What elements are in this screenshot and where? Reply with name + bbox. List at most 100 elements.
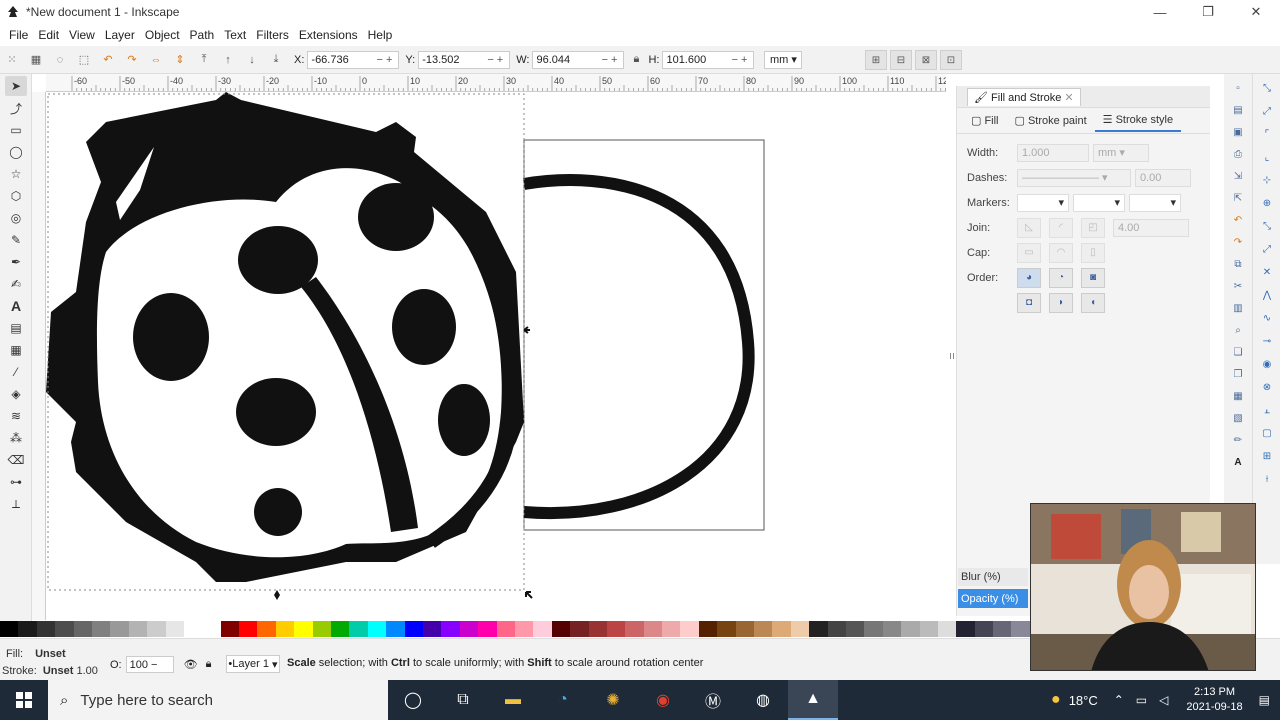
print-icon[interactable]: ⎙ (1230, 146, 1246, 162)
color-swatch[interactable] (845, 621, 865, 637)
color-swatch[interactable] (901, 621, 920, 637)
join-miter-icon[interactable]: ◰ (1081, 217, 1105, 238)
color-swatch[interactable] (312, 621, 332, 637)
save-icon[interactable]: ▣ (1230, 124, 1246, 140)
snap-bbox-edge-icon[interactable]: ⌜ (1258, 125, 1276, 143)
menu-object[interactable]: Object (140, 28, 185, 42)
pencil-tool-icon[interactable]: ✎ (5, 230, 27, 250)
mesh-tool-icon[interactable]: ▦ (5, 340, 27, 360)
duplicate-icon[interactable]: ❏ (1230, 344, 1246, 360)
zoom-selection-icon[interactable]: ⌕ (1230, 322, 1246, 338)
flip-horizontal-icon[interactable]: ⇔ (147, 51, 165, 69)
connector-tool-icon[interactable]: ⊶ (5, 472, 27, 492)
redo-icon[interactable]: ↷ (1230, 234, 1246, 250)
panel-splitter-handle[interactable] (950, 348, 954, 359)
snap-rotation-center-icon[interactable]: ⊗ (1258, 378, 1276, 396)
order-fill-markers-stroke-icon[interactable]: ◙ (1081, 267, 1105, 288)
transform-gradients-toggle[interactable]: ⊠ (915, 50, 937, 70)
color-swatch[interactable] (55, 621, 74, 637)
y-input[interactable]: -13.502 −+ (418, 50, 511, 69)
select-all-layers-icon[interactable]: ▦ (27, 51, 45, 69)
edge-browser-icon[interactable]: ◔ (538, 680, 588, 720)
3d-box-tool-icon[interactable]: ⬡ (5, 186, 27, 206)
color-swatch[interactable] (754, 621, 773, 637)
color-swatch[interactable] (239, 621, 258, 637)
measure-tool-icon[interactable]: ⟂ (5, 494, 27, 514)
menu-filters[interactable]: Filters (251, 28, 294, 42)
transform-patterns-toggle[interactable]: ⊡ (940, 50, 962, 70)
w-stepper-icon[interactable]: −+ (602, 54, 621, 66)
join-round-icon[interactable]: ◜ (1049, 217, 1073, 238)
raise-icon[interactable]: ↑ (219, 51, 237, 69)
blur-control[interactable]: Blur (%) (958, 568, 1028, 586)
color-swatch[interactable] (551, 621, 571, 637)
snap-bbox-icon[interactable]: ⤢ (1258, 102, 1276, 120)
join-bevel-icon[interactable]: ◺ (1017, 217, 1041, 238)
snap-object-center-icon[interactable]: ◉ (1258, 355, 1276, 373)
new-document-icon[interactable]: ▫ (1230, 80, 1246, 96)
cap-butt-icon[interactable]: ▭ (1017, 242, 1041, 263)
color-swatch[interactable] (827, 621, 846, 637)
opacity-status-input[interactable]: 100 − (125, 656, 174, 673)
color-swatch[interactable] (331, 621, 350, 637)
close-tab-icon[interactable]: ✕ (1064, 92, 1073, 104)
menu-extensions[interactable]: Extensions (294, 28, 363, 42)
end-marker-select[interactable]: ▾ (1129, 193, 1181, 212)
text-font-icon[interactable]: A (1230, 454, 1246, 470)
color-swatch[interactable] (1011, 621, 1030, 637)
color-swatch[interactable] (643, 621, 663, 637)
file-explorer-icon[interactable]: ▬ (488, 680, 538, 720)
color-swatch[interactable] (478, 621, 497, 637)
text-tool-icon[interactable]: A (5, 296, 27, 316)
snap-cusp-icon[interactable]: ⋀ (1258, 286, 1276, 304)
color-swatch[interactable] (698, 621, 718, 637)
snap-toggle-icon[interactable]: ⤡ (1258, 79, 1276, 97)
menu-text[interactable]: Text (219, 28, 251, 42)
paint-bucket-tool-icon[interactable]: ◈ (5, 384, 27, 404)
order-stroke-markers-fill-icon[interactable]: ◗ (1049, 292, 1073, 313)
raise-to-top-icon[interactable]: ⤒ (195, 51, 213, 69)
color-swatch[interactable] (993, 621, 1012, 637)
color-swatch[interactable] (73, 621, 92, 637)
color-swatch[interactable] (183, 621, 203, 637)
minimize-button[interactable]: — (1136, 0, 1184, 24)
color-swatch[interactable] (570, 621, 589, 637)
fill-stroke-dialog-icon[interactable]: ✏ (1230, 432, 1246, 448)
color-swatch[interactable] (809, 621, 828, 637)
color-swatch[interactable] (110, 621, 129, 637)
order-markers-stroke-fill-icon[interactable]: ◖ (1081, 292, 1105, 313)
pinned-app-m-icon[interactable]: Ⓜ (688, 680, 738, 720)
export-icon[interactable]: ⇱ (1230, 190, 1246, 206)
tweak-tool-icon[interactable]: ≋ (5, 406, 27, 426)
stroke-indicator[interactable]: Stroke: Unset 1.00 (2, 665, 98, 677)
h-input[interactable]: 101.600 −+ (662, 50, 755, 69)
dashes-select[interactable]: ——————— ▾ (1017, 168, 1131, 187)
color-swatch[interactable] (18, 621, 37, 637)
spiral-tool-icon[interactable]: ◎ (5, 208, 27, 228)
color-swatch[interactable] (404, 621, 423, 637)
snap-center-icon[interactable]: ⊕ (1258, 194, 1276, 212)
temperature[interactable]: 18°C (1069, 693, 1098, 708)
menu-path[interactable]: Path (185, 28, 220, 42)
tab-stroke-paint[interactable]: ▢ Stroke paint (1007, 110, 1095, 131)
snap-smooth-icon[interactable]: ∿ (1258, 309, 1276, 327)
color-swatch[interactable] (974, 621, 994, 637)
width-input[interactable]: 1.000 (1017, 143, 1089, 162)
color-swatch[interactable] (882, 621, 902, 637)
snap-intersection-icon[interactable]: ✕ (1258, 263, 1276, 281)
x-input[interactable]: -66.736 −+ (307, 50, 400, 69)
gradient-tool-icon[interactable]: ▤ (5, 318, 27, 338)
color-swatch[interactable] (91, 621, 111, 637)
color-swatch[interactable] (864, 621, 883, 637)
color-swatch[interactable] (514, 621, 534, 637)
restore-button[interactable]: ❐ (1184, 0, 1232, 24)
undo-icon[interactable]: ↶ (1230, 212, 1246, 228)
color-swatch[interactable] (220, 621, 240, 637)
color-palette[interactable] (0, 621, 1030, 637)
scale-handle-bottom[interactable] (274, 590, 280, 600)
drawing-canvas[interactable] (46, 92, 950, 620)
snap-guide-icon[interactable]: ⟊ (1258, 470, 1276, 488)
copy-icon[interactable]: ⧉ (1230, 256, 1246, 272)
color-swatch[interactable] (147, 621, 166, 637)
color-swatch[interactable] (349, 621, 368, 637)
